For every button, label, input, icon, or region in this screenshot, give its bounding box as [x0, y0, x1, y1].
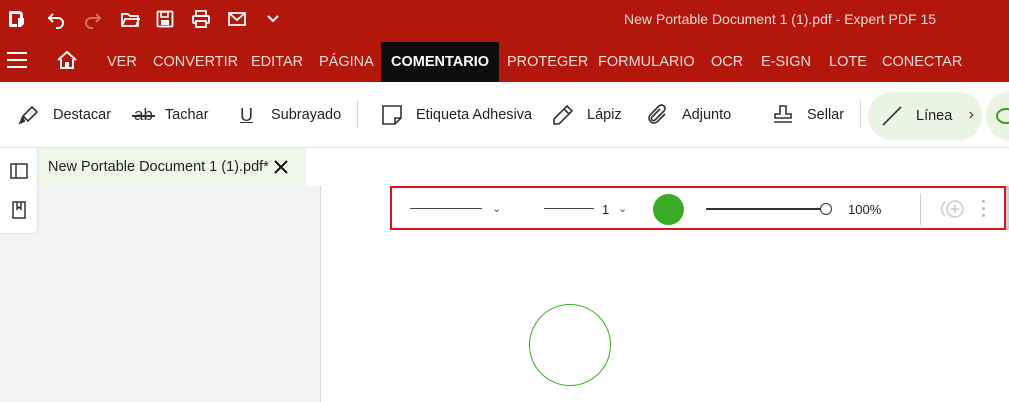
- open-folder-icon[interactable]: [117, 6, 143, 32]
- pencil-icon: [553, 104, 574, 125]
- pencil-label: Lápiz: [587, 107, 622, 123]
- highlight-tool-button[interactable]: Destacar: [17, 82, 111, 148]
- toolbar-divider: [860, 100, 861, 128]
- highlighter-icon: [18, 105, 39, 125]
- menu-ocr[interactable]: OCR: [711, 38, 743, 82]
- chevron-right-icon[interactable]: ›: [969, 106, 974, 124]
- home-icon[interactable]: [56, 50, 78, 70]
- menu-comentario[interactable]: COMENTARIO: [381, 42, 500, 82]
- print-icon[interactable]: [188, 6, 214, 32]
- underline-tool-button[interactable]: U Subrayado: [240, 82, 341, 148]
- chevron-down-icon[interactable]: [260, 6, 286, 32]
- side-strip: [0, 148, 38, 234]
- menu-pagina[interactable]: PÁGINA: [319, 38, 374, 82]
- strikethrough-icon: ab: [132, 105, 155, 125]
- menu-convertir[interactable]: CONVERTIR: [153, 38, 238, 82]
- line-style-preview[interactable]: [410, 208, 482, 209]
- stamp-label: Sellar: [807, 107, 845, 123]
- line-style-dropdown-icon[interactable]: ⌄: [492, 202, 501, 215]
- menu-proteger[interactable]: PROTEGER: [507, 38, 588, 82]
- attachment-tool-button[interactable]: Adjunto: [646, 82, 731, 148]
- menu-formulario[interactable]: FORMULARIO: [598, 38, 695, 82]
- menu-lote[interactable]: LOTE: [829, 38, 867, 82]
- stamp-tool-button[interactable]: Sellar: [771, 82, 844, 148]
- toolbar-divider: [357, 100, 358, 128]
- close-icon[interactable]: [271, 157, 291, 177]
- ellipse-icon: [996, 108, 1009, 124]
- stamp-icon: [774, 105, 792, 123]
- underline-icon: U: [240, 104, 253, 125]
- underline-label: Subrayado: [271, 107, 342, 123]
- ribbon-menu: VER CONVERTIR EDITAR PÁGINA COMENTARIO P…: [0, 38, 1009, 82]
- save-icon[interactable]: [152, 6, 178, 32]
- menu-conectar[interactable]: CONECTAR: [882, 38, 962, 82]
- color-picker-swatch[interactable]: [653, 194, 684, 225]
- opacity-value: 100%: [848, 202, 882, 217]
- highlight-label: Destacar: [53, 107, 112, 123]
- annotation-property-bar: ⌄ 1 ⌄ 100%: [390, 186, 1006, 230]
- line-tool-button[interactable]: Línea ›: [868, 92, 982, 140]
- pencil-tool-button[interactable]: Lápiz: [551, 82, 622, 148]
- window-title: New Portable Document 1 (1).pdf - Expert…: [624, 11, 937, 27]
- line-label: Línea: [916, 108, 953, 124]
- more-options-icon[interactable]: [982, 200, 986, 218]
- strikethrough-tool-button[interactable]: ab Tachar: [132, 82, 209, 148]
- panel-toggle-icon[interactable]: [9, 161, 29, 181]
- line-width-dropdown-icon[interactable]: ⌄: [618, 202, 627, 215]
- sticky-note-tool-button[interactable]: Etiqueta Adhesiva: [380, 82, 532, 148]
- menu-editar[interactable]: EDITAR: [251, 38, 303, 82]
- attachment-label: Adjunto: [682, 107, 732, 123]
- undo-icon[interactable]: [43, 6, 69, 32]
- circle-annotation[interactable]: [529, 304, 611, 386]
- add-circle-icon[interactable]: [940, 199, 966, 219]
- opacity-slider-handle[interactable]: [820, 203, 832, 215]
- line-width-value[interactable]: 1: [602, 202, 609, 217]
- sticky-note-icon: [382, 105, 402, 125]
- ellipse-tool-button[interactable]: [986, 92, 1009, 140]
- left-panel: [0, 186, 321, 402]
- comment-toolbar: Destacar ab Tachar U Subrayado Etiqueta …: [0, 82, 1009, 148]
- sticky-note-label: Etiqueta Adhesiva: [416, 107, 533, 123]
- property-bar-divider: [920, 193, 921, 225]
- menu-ver[interactable]: VER: [107, 38, 137, 82]
- menu-e-sign[interactable]: E-SIGN: [761, 38, 811, 82]
- title-bar: New Portable Document 1 (1).pdf - Expert…: [0, 0, 1009, 38]
- paperclip-icon: [648, 104, 666, 124]
- line-width-preview[interactable]: [544, 208, 594, 209]
- document-tab-title: New Portable Document 1 (1).pdf*: [48, 159, 269, 175]
- strikethrough-label: Tachar: [164, 107, 209, 123]
- opacity-slider-track[interactable]: [706, 208, 824, 210]
- bookmark-icon[interactable]: [9, 200, 29, 220]
- line-icon: [882, 106, 902, 126]
- email-icon[interactable]: [224, 6, 250, 32]
- hamburger-menu-icon[interactable]: [7, 52, 27, 68]
- app-logo-icon[interactable]: [4, 6, 30, 32]
- document-tab[interactable]: New Portable Document 1 (1).pdf*: [38, 148, 306, 186]
- redo-icon[interactable]: [80, 6, 106, 32]
